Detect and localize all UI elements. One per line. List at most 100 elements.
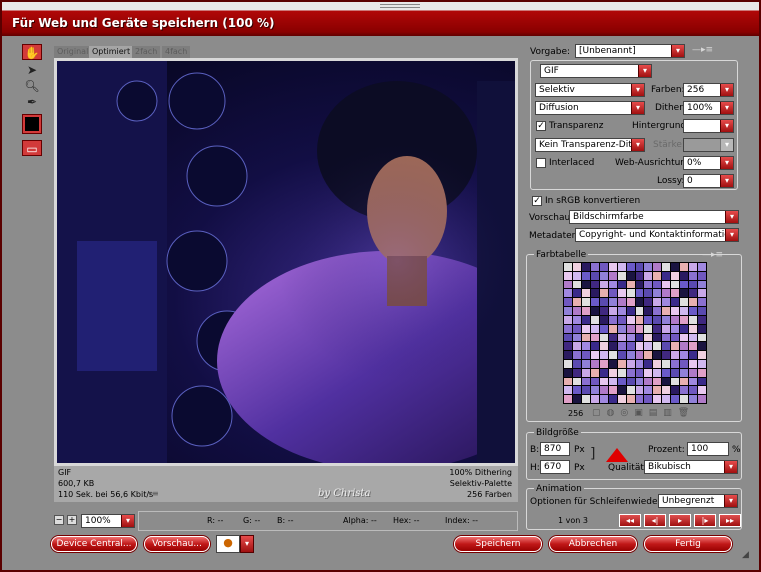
color-swatch[interactable] <box>644 368 653 377</box>
color-swatch[interactable] <box>680 351 689 359</box>
color-swatch[interactable] <box>689 289 698 298</box>
color-swatch[interactable] <box>572 368 581 377</box>
color-swatch[interactable] <box>572 307 581 315</box>
color-swatch[interactable] <box>599 333 608 342</box>
color-swatch[interactable] <box>608 342 617 351</box>
color-swatch[interactable] <box>644 280 653 289</box>
color-swatch[interactable] <box>653 315 662 324</box>
color-swatch[interactable] <box>572 377 581 386</box>
color-swatch[interactable] <box>680 298 689 307</box>
dither-algorithm-select[interactable]: Diffusion ▾ <box>535 101 645 115</box>
eyedropper-icon[interactable]: ✒ <box>22 94 42 110</box>
color-swatch[interactable] <box>617 342 626 351</box>
color-swatch[interactable] <box>608 289 617 298</box>
device-central-button[interactable]: Device Central... <box>51 536 137 552</box>
color-swatch[interactable] <box>662 280 671 289</box>
color-swatch[interactable] <box>608 351 617 359</box>
previous-frame-icon[interactable]: ◂| <box>644 514 666 527</box>
color-swatch[interactable] <box>653 368 662 377</box>
color-swatch[interactable] <box>689 395 698 403</box>
color-swatch[interactable] <box>644 307 653 315</box>
color-swatch[interactable] <box>689 271 698 280</box>
resize-grip-icon[interactable]: ◢ <box>742 550 749 560</box>
color-swatch[interactable] <box>689 324 698 333</box>
color-swatch[interactable] <box>590 359 599 368</box>
color-swatch[interactable] <box>581 386 590 395</box>
zoom-out-button[interactable]: − <box>54 515 64 525</box>
color-swatch[interactable] <box>564 395 572 403</box>
color-swatch[interactable] <box>626 351 635 359</box>
color-swatch[interactable] <box>590 315 599 324</box>
color-swatch[interactable] <box>698 263 706 271</box>
color-swatch[interactable] <box>599 324 608 333</box>
color-swatch[interactable] <box>572 315 581 324</box>
color-swatch[interactable] <box>599 271 608 280</box>
color-swatch[interactable] <box>617 289 626 298</box>
color-swatch[interactable] <box>653 298 662 307</box>
color-table-menu-icon[interactable]: —▸≡ <box>702 250 723 260</box>
constrain-proportions-icon[interactable]: ] <box>590 446 595 462</box>
color-swatch[interactable] <box>590 263 599 271</box>
color-swatch[interactable] <box>564 351 572 359</box>
color-swatch[interactable] <box>698 333 706 342</box>
color-swatch[interactable] <box>680 386 689 395</box>
color-swatch[interactable] <box>572 342 581 351</box>
color-swatch[interactable] <box>635 289 644 298</box>
color-table-actions[interactable]: ▢◍◎▣▤▥🗑 <box>592 408 695 418</box>
color-swatch[interactable] <box>564 298 572 307</box>
preview-select[interactable]: Bildschirmfarbe ▾ <box>569 210 739 224</box>
interlaced-checkbox[interactable] <box>536 158 546 168</box>
color-swatch[interactable] <box>626 342 635 351</box>
color-swatch[interactable] <box>590 368 599 377</box>
color-swatch[interactable] <box>590 280 599 289</box>
color-swatch[interactable] <box>653 280 662 289</box>
color-swatch[interactable] <box>671 386 680 395</box>
color-swatch[interactable] <box>671 333 680 342</box>
color-swatch[interactable] <box>671 263 680 271</box>
color-swatch[interactable] <box>698 289 706 298</box>
first-frame-icon[interactable]: ◂◂ <box>619 514 641 527</box>
color-swatch[interactable] <box>635 368 644 377</box>
color-swatch[interactable] <box>680 377 689 386</box>
color-swatch[interactable] <box>680 333 689 342</box>
srgb-checkbox[interactable]: ✓ <box>532 196 542 206</box>
color-swatch[interactable] <box>581 324 590 333</box>
color-swatch[interactable] <box>680 324 689 333</box>
matte-select[interactable]: ▾ <box>683 119 734 133</box>
slices-toggle-icon[interactable]: ▭ <box>22 140 42 156</box>
color-swatch[interactable] <box>581 315 590 324</box>
color-swatch[interactable] <box>590 324 599 333</box>
reduction-select[interactable]: Selektiv ▾ <box>535 83 645 97</box>
color-swatch[interactable] <box>626 298 635 307</box>
color-swatch[interactable] <box>599 307 608 315</box>
color-swatch[interactable] <box>608 386 617 395</box>
color-swatch[interactable] <box>608 315 617 324</box>
color-swatch[interactable] <box>572 386 581 395</box>
slice-select-icon[interactable]: ➤ <box>22 62 42 78</box>
color-swatch[interactable] <box>572 351 581 359</box>
eyedropper-color-swatch[interactable] <box>22 114 42 134</box>
optimized-image-preview[interactable] <box>57 61 515 463</box>
color-swatch[interactable] <box>644 359 653 368</box>
preview-button[interactable]: Vorschau... <box>144 536 210 552</box>
color-swatch[interactable] <box>671 324 680 333</box>
color-swatch[interactable] <box>608 307 617 315</box>
save-button[interactable]: Speichern <box>454 536 542 552</box>
next-frame-icon[interactable]: |▸ <box>694 514 716 527</box>
color-swatch[interactable] <box>626 368 635 377</box>
zoom-in-button[interactable]: + <box>67 515 77 525</box>
color-swatch[interactable] <box>671 289 680 298</box>
color-swatch[interactable] <box>572 324 581 333</box>
format-select[interactable]: GIF ▾ <box>540 64 652 78</box>
color-swatch[interactable] <box>698 395 706 403</box>
color-swatch[interactable] <box>662 386 671 395</box>
color-swatch[interactable] <box>590 342 599 351</box>
color-swatch[interactable] <box>617 298 626 307</box>
color-swatch[interactable] <box>635 333 644 342</box>
color-swatch[interactable] <box>572 333 581 342</box>
percent-input[interactable]: 100 <box>687 442 729 456</box>
window-grip[interactable] <box>380 4 420 8</box>
color-swatch[interactable] <box>599 280 608 289</box>
color-swatch[interactable] <box>599 342 608 351</box>
color-swatch[interactable] <box>626 315 635 324</box>
